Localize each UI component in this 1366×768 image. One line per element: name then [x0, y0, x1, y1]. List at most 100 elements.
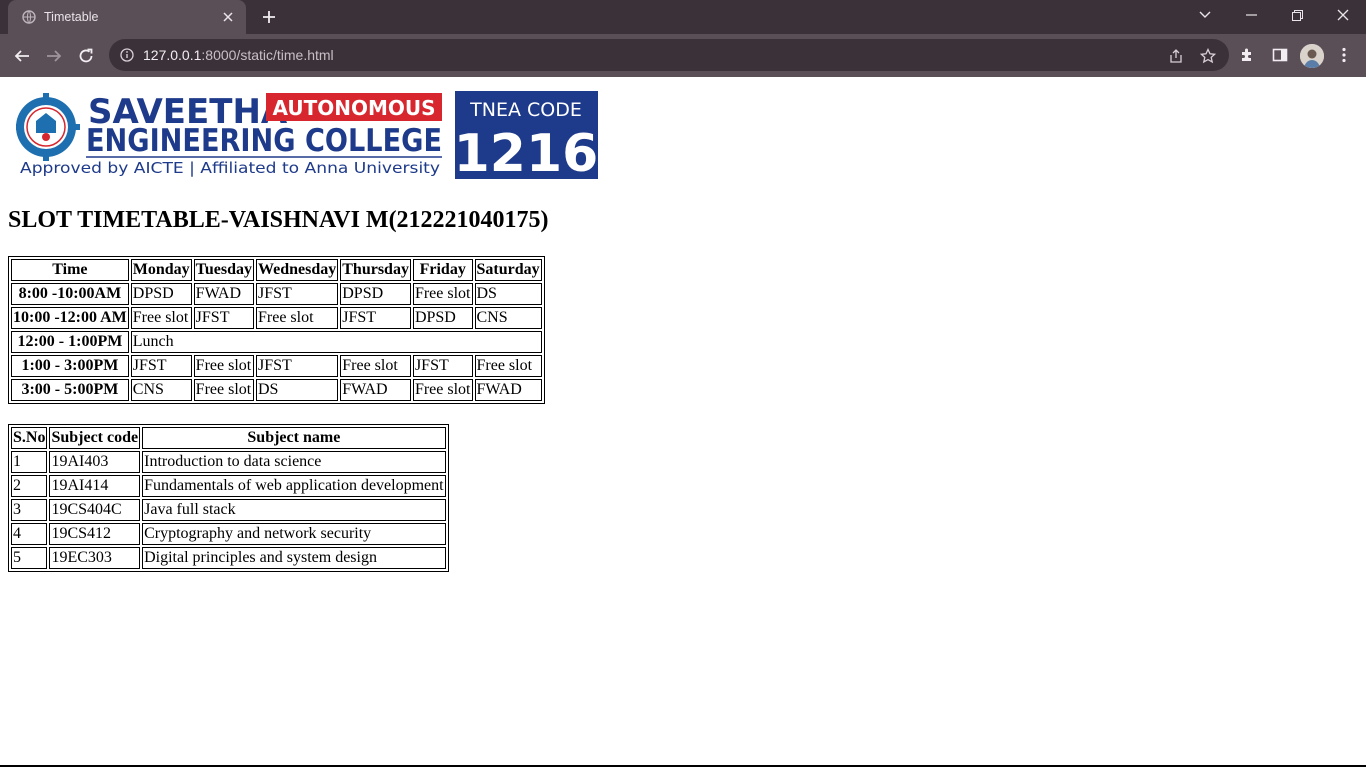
slot-cell: DPSD [130, 283, 192, 305]
subject-code-cell: 19CS412 [49, 523, 141, 545]
tab-search-chevron-icon[interactable] [1182, 0, 1228, 30]
url-text: 127.0.0.1:8000/static/time.html [143, 47, 334, 63]
logo-tagline: Approved by AICTE | Affiliated to Anna U… [20, 159, 440, 177]
tnea-label: TNEA CODE [469, 99, 582, 121]
subject-code-cell: 19AI403 [49, 451, 141, 473]
slot-cell: JFST [193, 307, 254, 329]
slot-cell: Free slot [474, 355, 542, 377]
slot-cell: Free slot [256, 307, 339, 329]
timetable-header-row: Time Monday Tuesday Wednesday Thursday F… [11, 259, 542, 281]
tab-strip: Timetable [0, 0, 1366, 34]
slot-cell: JFST [130, 355, 192, 377]
timetable: Time Monday Tuesday Wednesday Thursday F… [8, 256, 545, 404]
table-row: 4 19CS412 Cryptography and network secur… [11, 523, 446, 545]
table-row: 3 19CS404C Java full stack [11, 499, 446, 521]
logo-autonomous-badge: AUTONOMOUS [272, 96, 435, 120]
slot-cell: JFST [412, 355, 473, 377]
tnea-code: 1216 [454, 124, 598, 179]
sno-cell: 3 [11, 499, 48, 521]
restore-icon[interactable] [1274, 0, 1320, 30]
slot-cell: Free slot [412, 379, 473, 401]
header-saturday: Saturday [474, 259, 542, 281]
subject-name-cell: Introduction to data science [142, 451, 446, 473]
slot-cell: JFST [256, 283, 339, 305]
lunch-cell: Lunch [130, 331, 542, 353]
college-logo: SAVEETHA AUTONOMOUS ENGINEERING COLLEGE … [16, 91, 598, 179]
header-time: Time [11, 259, 129, 281]
address-bar[interactable]: 127.0.0.1:8000/static/time.html [109, 39, 1229, 71]
header-tuesday: Tuesday [193, 259, 254, 281]
slot-cell: Free slot [412, 283, 473, 305]
new-tab-icon[interactable] [258, 7, 280, 27]
page-title: SLOT TIMETABLE-VAISHNAVI M(212221040175) [8, 207, 549, 233]
time-cell: 1:00 - 3:00PM [11, 355, 129, 377]
table-row: 10:00 -12:00 AM Free slot JFST Free slot… [11, 307, 542, 329]
slot-cell: DPSD [412, 307, 473, 329]
sno-cell: 5 [11, 547, 48, 569]
slot-cell: FWAD [193, 283, 254, 305]
sno-cell: 2 [11, 475, 48, 497]
url-host: 127.0.0.1 [143, 47, 202, 63]
table-row: 5 19EC303 Digital principles and system … [11, 547, 446, 569]
header-friday: Friday [412, 259, 473, 281]
header-wednesday: Wednesday [256, 259, 339, 281]
close-tab-icon[interactable] [220, 9, 236, 25]
subject-code-cell: 19AI414 [49, 475, 141, 497]
active-tab[interactable]: Timetable [8, 0, 246, 34]
back-arrow-icon[interactable] [10, 44, 34, 68]
slot-cell: FWAD [474, 379, 542, 401]
slot-cell: DS [474, 283, 542, 305]
table-row: 3:00 - 5:00PM CNS Free slot DS FWAD Free… [11, 379, 542, 401]
slot-cell: CNS [474, 307, 542, 329]
extensions-puzzle-icon[interactable] [1238, 45, 1258, 65]
site-info-icon[interactable] [119, 47, 135, 63]
subject-name-cell: Cryptography and network security [142, 523, 446, 545]
slot-cell: CNS [130, 379, 192, 401]
header-thursday: Thursday [340, 259, 411, 281]
logo-name-line2: ENGINEERING COLLEGE [86, 123, 442, 159]
profile-avatar[interactable] [1300, 44, 1324, 68]
share-icon[interactable] [1167, 47, 1185, 65]
table-row: 12:00 - 1:00PM Lunch [11, 331, 542, 353]
subject-name-cell: Digital principles and system design [142, 547, 446, 569]
subject-name-cell: Java full stack [142, 499, 446, 521]
college-emblem-icon [16, 93, 80, 161]
header-monday: Monday [130, 259, 192, 281]
header-sno: S.No [11, 427, 48, 449]
subject-code-cell: 19EC303 [49, 547, 141, 569]
forward-arrow-icon[interactable] [42, 44, 66, 68]
slot-cell: DS [256, 379, 339, 401]
slot-cell: Free slot [340, 355, 411, 377]
table-row: 8:00 -10:00AM DPSD FWAD JFST DPSD Free s… [11, 283, 542, 305]
browser-toolbar: 127.0.0.1:8000/static/time.html [0, 34, 1366, 77]
window-bottom-border [0, 765, 1366, 767]
table-row: 1 19AI403 Introduction to data science [11, 451, 446, 473]
close-window-icon[interactable] [1320, 0, 1366, 30]
slot-cell: JFST [340, 307, 411, 329]
sno-cell: 4 [11, 523, 48, 545]
subject-code-cell: 19CS404C [49, 499, 141, 521]
minimize-icon[interactable] [1228, 0, 1274, 30]
time-cell: 8:00 -10:00AM [11, 283, 129, 305]
subjects-table: S.No Subject code Subject name 1 19AI403… [8, 424, 449, 572]
side-panel-icon[interactable] [1270, 45, 1290, 65]
slot-cell: Free slot [130, 307, 192, 329]
page-content: SAVEETHA AUTONOMOUS ENGINEERING COLLEGE … [0, 77, 1366, 767]
bookmark-star-icon[interactable] [1199, 47, 1217, 65]
time-cell: 10:00 -12:00 AM [11, 307, 129, 329]
reload-icon[interactable] [74, 44, 98, 68]
header-subject-code: Subject code [49, 427, 141, 449]
header-subject-name: Subject name [142, 427, 446, 449]
table-row: 2 19AI414 Fundamentals of web applicatio… [11, 475, 446, 497]
menu-kebab-icon[interactable] [1334, 45, 1354, 65]
time-cell: 12:00 - 1:00PM [11, 331, 129, 353]
slot-cell: Free slot [193, 379, 254, 401]
globe-icon [22, 10, 36, 24]
table-row: 1:00 - 3:00PM JFST Free slot JFST Free s… [11, 355, 542, 377]
slot-cell: FWAD [340, 379, 411, 401]
tab-title: Timetable [44, 10, 99, 24]
slot-cell: JFST [256, 355, 339, 377]
subjects-header-row: S.No Subject code Subject name [11, 427, 446, 449]
subject-name-cell: Fundamentals of web application developm… [142, 475, 446, 497]
url-path: :8000/static/time.html [201, 47, 334, 63]
